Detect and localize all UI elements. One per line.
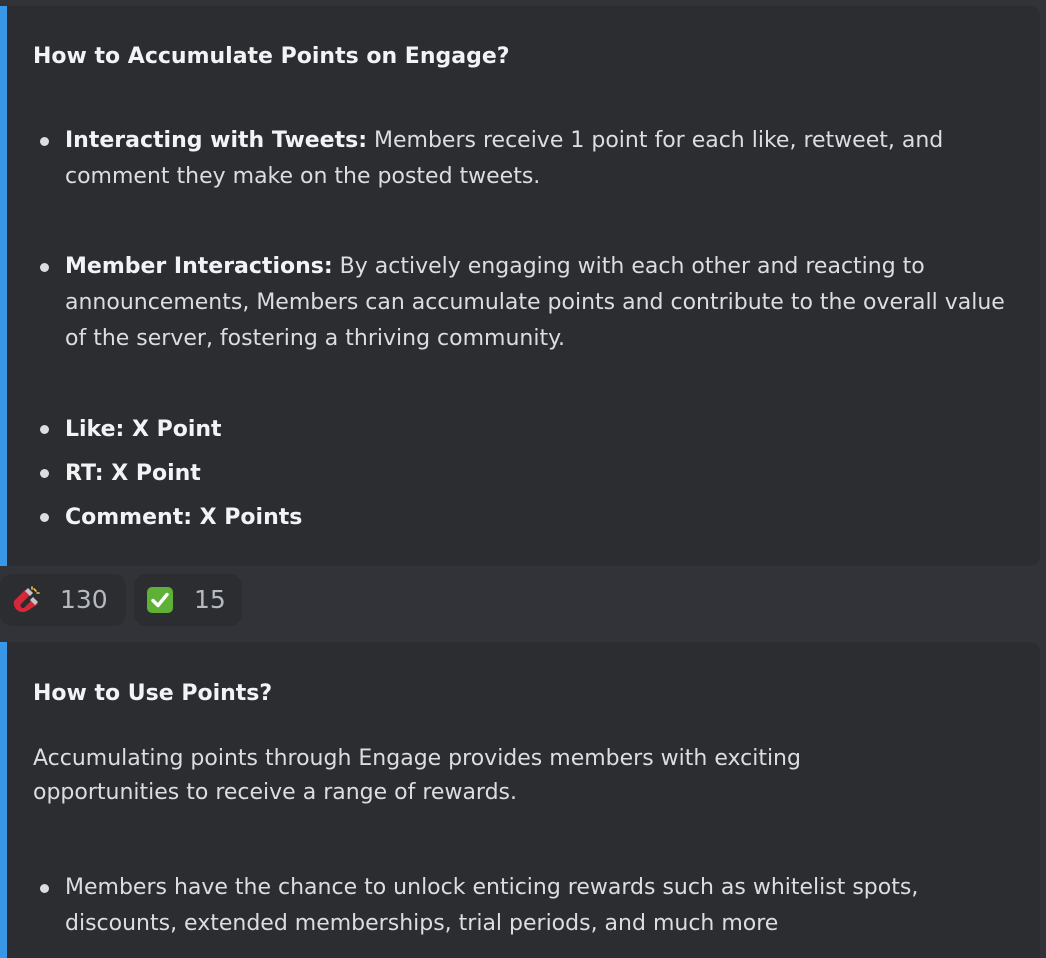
- magnet-icon: [13, 586, 40, 613]
- check-mark-icon: [147, 587, 173, 613]
- reaction-check-button[interactable]: 15: [134, 574, 242, 626]
- embed-use-points: How to Use Points? Accumulating points t…: [0, 642, 1040, 958]
- reaction-magnet-button[interactable]: 130: [0, 574, 126, 626]
- reaction-count: 130: [60, 585, 108, 614]
- reaction-count: 15: [194, 585, 226, 614]
- list-item: Interacting with Tweets: Members receive…: [33, 123, 1023, 195]
- list-item-bold: Interacting with Tweets:: [65, 128, 368, 153]
- bullet-list: Member Interactions: By actively engagin…: [33, 249, 1023, 357]
- embed-title: How to Use Points?: [33, 681, 273, 706]
- list-item-bold: Member Interactions:: [65, 254, 333, 279]
- bullet-list: Interacting with Tweets: Members receive…: [33, 123, 1023, 195]
- embed-accumulate-points: How to Accumulate Points on Engage? Inte…: [0, 6, 1040, 566]
- bullet-list: Members have the chance to unlock entici…: [33, 870, 1023, 942]
- list-item: Like: X Point: [33, 408, 633, 452]
- list-item: Members have the chance to unlock entici…: [33, 870, 1023, 942]
- points-list: Like: X Point RT: X Point Comment: X Poi…: [33, 408, 633, 540]
- list-item: RT: X Point: [33, 452, 633, 496]
- embed-title: How to Accumulate Points on Engage?: [33, 44, 510, 69]
- list-item: Member Interactions: By actively engagin…: [33, 249, 1023, 357]
- list-item: Comment: X Points: [33, 496, 633, 540]
- embed-description: Accumulating points through Engage provi…: [33, 746, 801, 805]
